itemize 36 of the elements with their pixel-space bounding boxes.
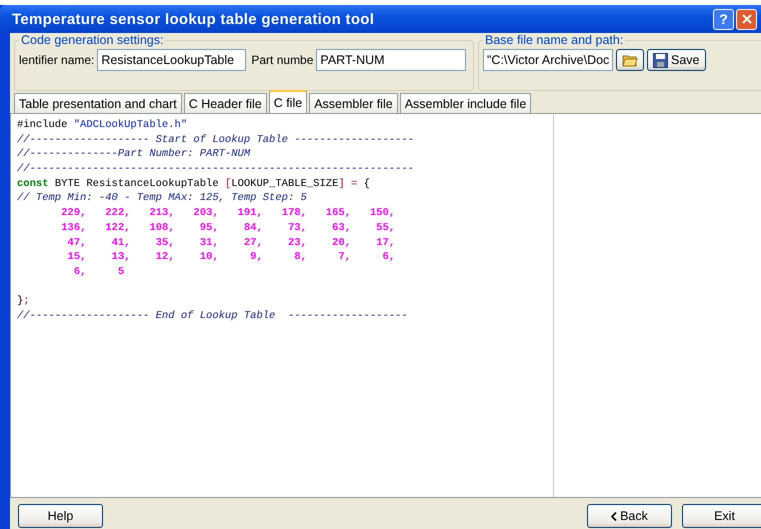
code-line: 136, 122, 108, 95, 84, 73, 63, 55,	[60, 220, 396, 236]
tab[interactable]: Assembler file	[309, 93, 398, 113]
part-number-field[interactable]: PART-NUM	[316, 49, 466, 71]
code-line: // Temp Min: -40 - Temp MAx: 125, Temp Step: 5	[17, 191, 308, 206]
folder-icon	[622, 53, 638, 67]
exit-button[interactable]: Exit	[682, 504, 761, 528]
save-button[interactable]: Save	[647, 49, 706, 71]
help-button[interactable]: Help	[18, 504, 103, 528]
group-legend: Code generation settings:	[19, 34, 166, 47]
code-line: #include "ADCLookUpTable.h"	[17, 118, 188, 133]
tab[interactable]: C file	[268, 90, 308, 113]
path-field[interactable]: "C:\Victor Archive\Doc	[483, 49, 613, 71]
chevron-left-icon	[611, 512, 618, 520]
close-button[interactable]	[736, 8, 757, 30]
code-line: 47, 41, 35, 31, 27, 23, 20, 17,	[66, 236, 396, 250]
tab[interactable]: Assembler include file	[400, 93, 532, 113]
back-button[interactable]: Back	[587, 504, 672, 528]
identifier-field[interactable]: ResistanceLookupTable	[97, 49, 246, 71]
browse-button[interactable]	[616, 49, 644, 71]
close-icon	[742, 14, 752, 24]
tab[interactable]: Table presentation and chart	[14, 93, 182, 113]
code-line: //------------------- Start of Lookup Table -------------------	[17, 132, 415, 148]
field-label: lentifier name:	[19, 53, 94, 67]
field-label: Part numbe	[251, 53, 314, 67]
code-line: //-------------------------------------------------------------	[17, 162, 415, 177]
code-line: 15, 13, 12, 10, 9, 8, 7, 6,	[66, 250, 396, 265]
group-legend: Base file name and path:	[483, 34, 626, 47]
window-title: Temperature sensor lookup table generation tool	[12, 10, 376, 28]
help-button[interactable]: ?	[713, 8, 734, 30]
tab[interactable]: C Header file	[184, 93, 267, 113]
code-line: //--------------Part Number: PART-NUM	[17, 147, 252, 162]
code-line: //------------------- End of Lookup Table -------------------	[17, 308, 409, 324]
code-line: 229, 222, 213, 203, 191, 178, 165, 150,	[60, 206, 396, 221]
code-line: };	[17, 294, 31, 309]
code-line: 6, 5	[72, 264, 126, 280]
code-line: const BYTE ResistanceLookupTable [LOOKUP_TABLE_SIZE] = {	[17, 176, 371, 192]
